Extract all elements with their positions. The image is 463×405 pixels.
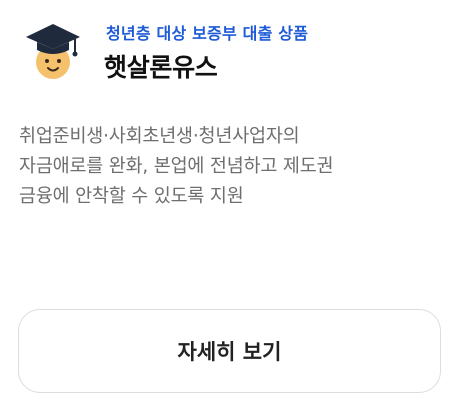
description-line: 취업준비생·사회초년생·청년사업자의 (19, 126, 300, 147)
product-description: 취업준비생·사회초년생·청년사업자의 자금애로를 완화, 본업에 전념하고 제도… (19, 122, 439, 212)
loan-product-card: 청년층 대상 보증부 대출 상품 햇살론유스 취업준비생·사회초년생·청년사업자… (0, 0, 463, 405)
description-line: 금융에 안착할 수 있도록 지원 (19, 186, 244, 207)
view-details-button[interactable]: 자세히 보기 (18, 309, 441, 393)
product-subtitle: 청년층 대상 보증부 대출 상품 (106, 24, 309, 43)
description-line: 자금애로를 완화, 본업에 전념하고 제도권 (19, 156, 334, 177)
graduate-face-icon (26, 24, 80, 79)
card-header: 청년층 대상 보증부 대출 상품 햇살론유스 (20, 12, 450, 92)
product-title: 햇살론유스 (104, 53, 218, 82)
